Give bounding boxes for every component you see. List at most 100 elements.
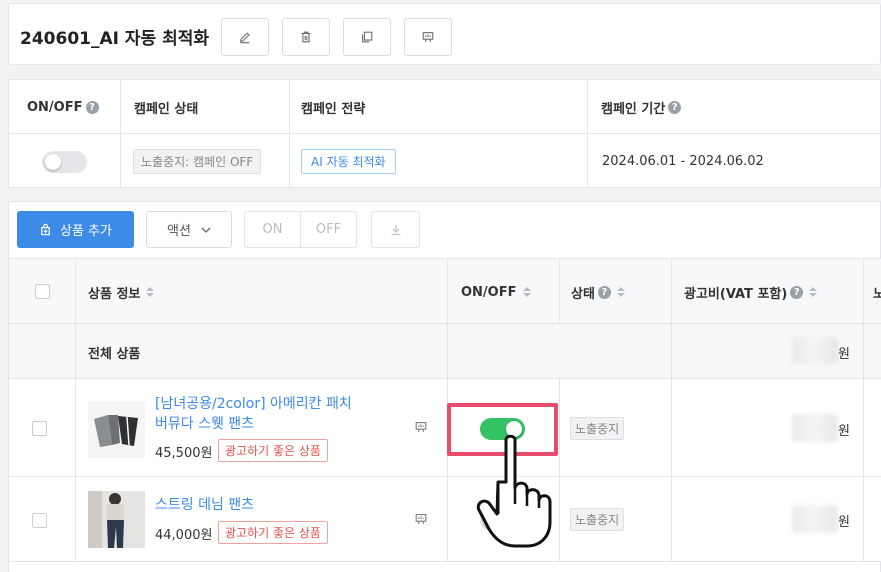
- help-icon[interactable]: ?: [597, 285, 611, 299]
- action-dropdown[interactable]: 액션: [146, 211, 232, 248]
- divider: [75, 324, 76, 378]
- help-icon[interactable]: ?: [85, 100, 99, 114]
- table-row: [남녀공용/2color] 아메리칸 패치 버뮤다 스웻 팬츠 45,500원 …: [9, 379, 881, 477]
- header-adcost[interactable]: 광고비(VAT 포함)?: [684, 259, 818, 325]
- divider: [75, 379, 76, 476]
- header-campaign-period: 캠페인 기간?: [601, 80, 682, 134]
- redacted-amount: [792, 337, 838, 365]
- header-period-label: 캠페인 기간: [601, 101, 666, 117]
- redacted-amount: [792, 505, 838, 533]
- header-onoff-label: ON/OFF: [461, 284, 517, 300]
- help-icon[interactable]: ?: [790, 285, 804, 299]
- campaign-title-bar: 240601_AI 자동 최적화: [8, 3, 881, 65]
- header-adcost-label: 광고비(VAT 포함): [684, 286, 788, 302]
- product-price: 45,500원: [155, 446, 213, 461]
- product-panel: 상품 추가 액션 ON OFF 상품 정보 ON/OFF 상태? 광고비(VAT…: [8, 201, 881, 572]
- campaign-strategy-cell: AI 자동 최적화: [301, 135, 396, 188]
- product-table-header: 상품 정보 ON/OFF 상태? 광고비(VAT 포함)? 노: [9, 258, 881, 324]
- copy-button[interactable]: [343, 18, 391, 56]
- report-button[interactable]: [404, 18, 452, 56]
- campaign-summary-table: ON/OFF? 캠페인 상태 캠페인 전략 캠페인 기간? 노출중지: 캠페인 …: [8, 79, 881, 188]
- trash-icon: [301, 31, 311, 43]
- presentation-icon: [422, 32, 434, 42]
- status-badge: 노출중지: [570, 417, 625, 440]
- total-row: 전체 상품 원: [9, 324, 881, 379]
- divider: [559, 259, 560, 324]
- divider: [671, 379, 672, 476]
- presentation-icon[interactable]: [414, 512, 428, 526]
- presentation-icon[interactable]: [414, 420, 428, 434]
- divider: [587, 80, 588, 187]
- sort-icon[interactable]: [809, 287, 818, 297]
- divider: [289, 80, 290, 187]
- shorts-image: [88, 401, 145, 458]
- delete-button[interactable]: [282, 18, 330, 56]
- divider: [671, 324, 672, 378]
- header-next-column: 노: [873, 286, 881, 302]
- divider: [559, 379, 560, 476]
- action-label: 액션: [167, 224, 191, 239]
- download-button[interactable]: [371, 211, 420, 248]
- divider: [120, 80, 121, 187]
- header-onoff: ON/OFF?: [27, 80, 99, 134]
- product-name-link[interactable]: [남녀공용/2color] 아메리칸 패치 버뮤다 스웻 팬츠: [155, 394, 365, 434]
- header-info-label: 상품 정보: [88, 286, 141, 302]
- recommend-tag: 광고하기 좋은 상품: [218, 439, 328, 462]
- header-product-info[interactable]: 상품 정보: [88, 259, 155, 325]
- campaign-status-cell: 노출중지: 캠페인 OFF: [133, 135, 262, 188]
- header-campaign-strategy: 캠페인 전략: [301, 101, 366, 117]
- divider: [447, 477, 448, 561]
- pencil-icon: [239, 32, 250, 44]
- total-label: 전체 상품: [88, 347, 141, 362]
- row-checkbox[interactable]: [32, 513, 47, 528]
- select-all-checkbox[interactable]: [35, 284, 50, 299]
- divider: [75, 259, 76, 324]
- add-product-label: 상품 추가: [60, 224, 112, 239]
- copy-icon: [362, 31, 373, 43]
- divider: [863, 259, 864, 324]
- jeans-image: [88, 491, 145, 548]
- header-status-label: 상태: [571, 286, 595, 302]
- on-button[interactable]: ON: [244, 211, 301, 248]
- download-icon: [391, 224, 400, 235]
- divider: [863, 379, 864, 476]
- hand-pointer-icon: [476, 434, 552, 548]
- help-icon[interactable]: ?: [668, 100, 682, 114]
- edit-button[interactable]: [221, 18, 269, 56]
- product-name-link[interactable]: 스트링 데님 팬츠: [155, 495, 365, 515]
- currency-unit: 원: [838, 424, 850, 439]
- divider: [671, 259, 672, 324]
- campaign-onoff-cell: [42, 135, 87, 188]
- off-button[interactable]: OFF: [300, 211, 357, 248]
- product-thumbnail[interactable]: [88, 401, 145, 458]
- add-product-button[interactable]: 상품 추가: [17, 211, 134, 248]
- header-status[interactable]: 상태?: [571, 259, 625, 325]
- campaign-toggle[interactable]: [42, 150, 87, 173]
- campaign-status-badge: 노출중지: 캠페인 OFF: [133, 149, 262, 174]
- currency-unit: 원: [838, 347, 850, 362]
- divider: [559, 477, 560, 561]
- divider: [447, 324, 448, 378]
- divider: [863, 324, 864, 378]
- table-row: 스트링 데님 팬츠 44,000원 광고하기 좋은 상품 노출중지 원: [9, 477, 881, 562]
- divider: [671, 477, 672, 561]
- divider: [863, 477, 864, 561]
- product-thumbnail[interactable]: [88, 491, 145, 548]
- divider: [9, 133, 880, 134]
- sort-icon[interactable]: [616, 287, 625, 297]
- add-item-icon: [41, 223, 50, 236]
- currency-unit: 원: [838, 515, 850, 530]
- row-checkbox[interactable]: [32, 421, 47, 436]
- header-onoff[interactable]: ON/OFF: [461, 259, 531, 325]
- campaign-title: 240601_AI 자동 최적화: [20, 29, 209, 49]
- status-badge: 노출중지: [570, 508, 625, 531]
- toggle-knob: [45, 153, 61, 170]
- header-onoff-label: ON/OFF: [27, 99, 83, 115]
- product-price: 44,000원: [155, 528, 213, 543]
- chevron-down-icon: [201, 227, 211, 233]
- divider: [75, 477, 76, 561]
- sort-icon[interactable]: [146, 287, 155, 297]
- redacted-amount: [792, 414, 838, 442]
- recommend-tag: 광고하기 좋은 상품: [218, 521, 328, 544]
- sort-icon[interactable]: [522, 287, 531, 297]
